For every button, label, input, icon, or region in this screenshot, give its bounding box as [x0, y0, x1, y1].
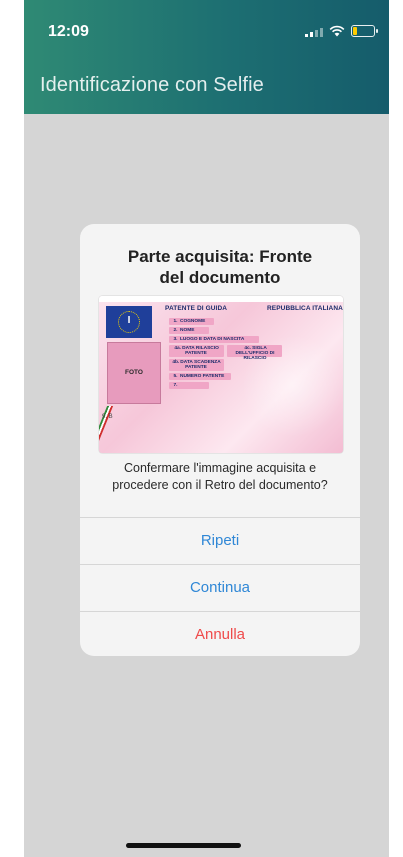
eu-flag-icon: I	[106, 306, 152, 338]
license-heading-left: PATENTE DI GUIDA	[165, 305, 228, 312]
dialog-actions: Ripeti Continua Annulla	[80, 517, 360, 656]
license-heading-right: REPUBBLICA ITALIANA	[267, 305, 343, 312]
phone-screen: 12:09 Identificazione con Selfie Parte a…	[24, 0, 389, 857]
repeat-button[interactable]: Ripeti	[80, 517, 360, 564]
license-front-image: I PATENTE DI GUIDA REPUBBLICA ITALIANA F…	[99, 296, 343, 453]
license-category: 9. B	[102, 414, 113, 420]
license-field: 4b.DATA SCADENZA PATENTE	[172, 360, 221, 370]
continue-button[interactable]: Continua	[80, 564, 360, 611]
signal-icon	[305, 27, 323, 37]
status-icons	[305, 25, 378, 37]
battery-icon	[351, 25, 378, 37]
license-field: 2. NOME	[173, 328, 195, 333]
photo-label: FOTO	[125, 369, 143, 376]
app-header: 12:09 Identificazione con Selfie	[24, 0, 389, 114]
dialog-title-line2: del documento	[159, 268, 281, 287]
capture-confirm-dialog: Parte acquisita: Fronte del documento I …	[80, 224, 360, 656]
wifi-icon	[329, 25, 345, 37]
license-field: 7.	[173, 383, 178, 388]
flag-letter: I	[127, 315, 131, 326]
license-field: 3. LUOGO E DATA DI NASCITA	[173, 337, 245, 342]
dialog-message-line2: procedere con il Retro del documento?	[112, 478, 328, 492]
status-time: 12:09	[48, 23, 89, 40]
dialog-title: Parte acquisita: Fronte del documento	[80, 246, 360, 288]
license-field: 4c.SIGLA DELL'UFFICIO DI RILASCIO	[235, 346, 275, 361]
page-title: Identificazione con Selfie	[40, 74, 264, 96]
home-indicator[interactable]	[126, 843, 241, 848]
license-field: 1. COGNOME	[173, 319, 206, 324]
license-field: 4a.DATA RILASCIO PATENTE	[174, 346, 219, 356]
license-field: 5. NUMERO PATENTE	[173, 374, 225, 379]
dialog-message: Confermare l'immagine acquisita e proced…	[90, 460, 350, 494]
dialog-message-line1: Confermare l'immagine acquisita e	[123, 461, 317, 475]
license-photo: FOTO	[107, 342, 161, 404]
cancel-button[interactable]: Annulla	[80, 611, 360, 656]
dialog-title-line1: Parte acquisita: Fronte	[127, 247, 313, 266]
